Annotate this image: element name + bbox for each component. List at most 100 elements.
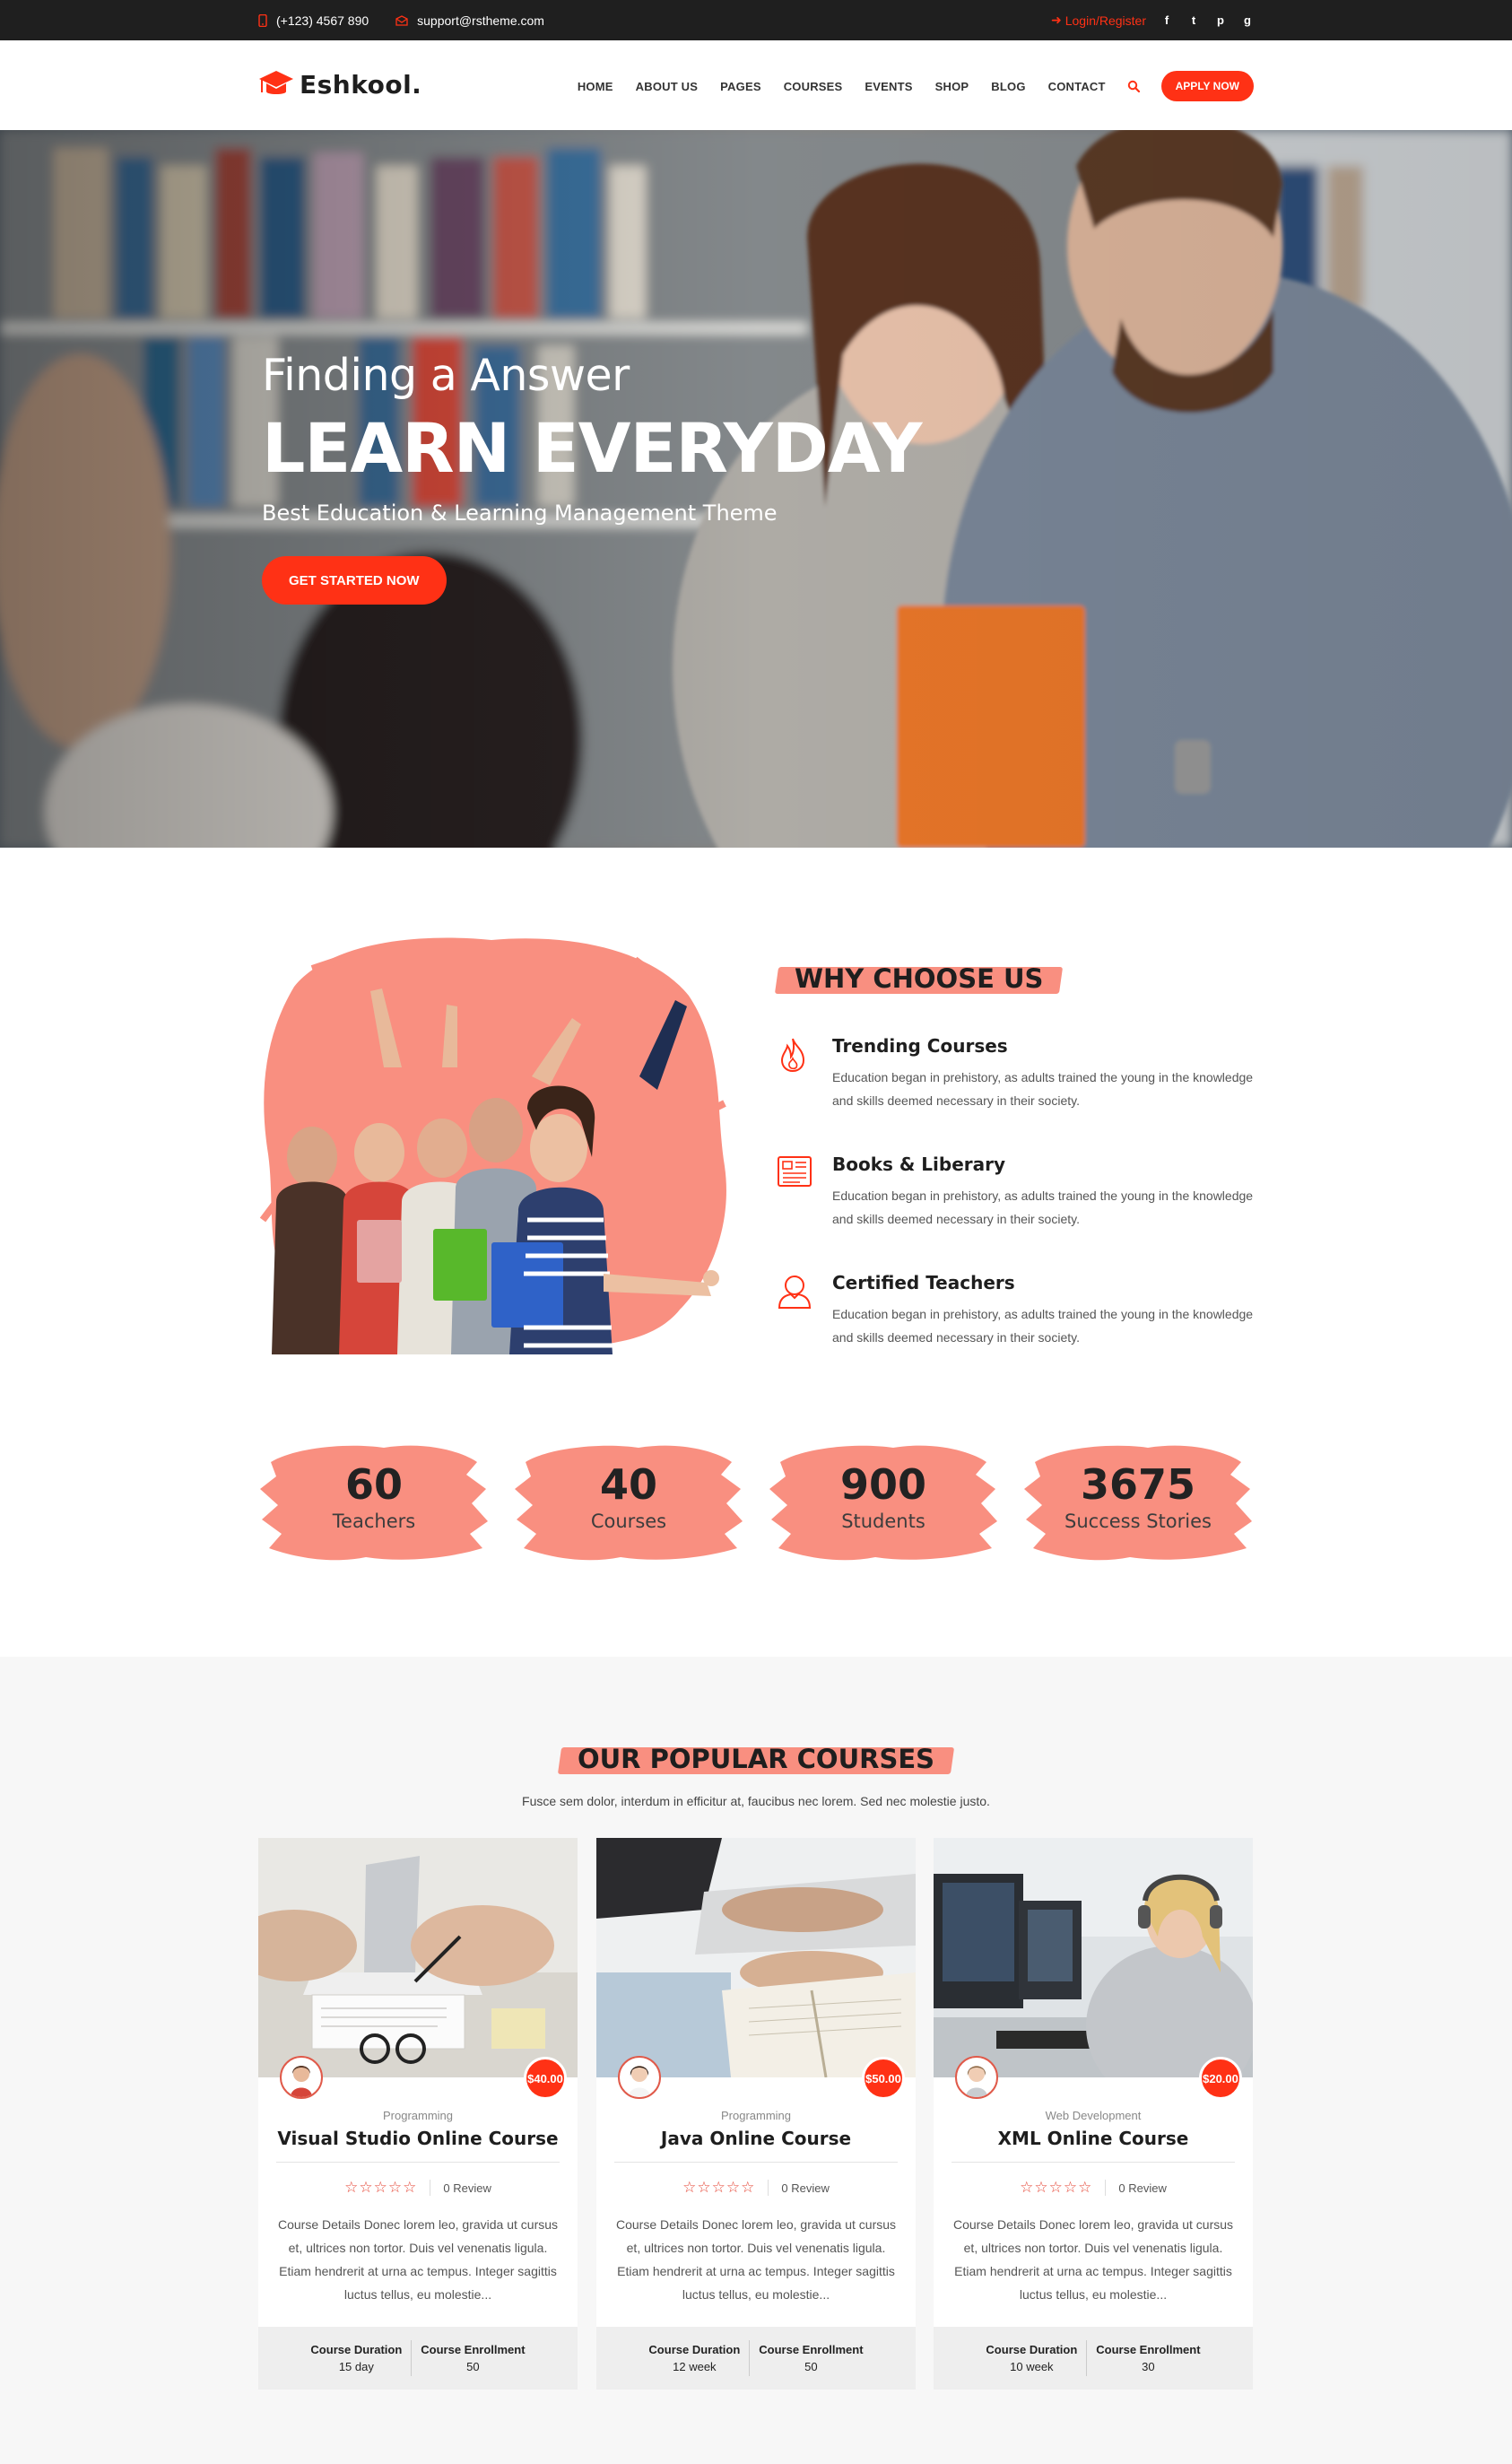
course-card[interactable]: $50.00 Programming Java Online Course ☆☆… (596, 1838, 916, 2390)
review-count: 0 Review (781, 2181, 830, 2195)
counter-value: 60 (344, 1460, 403, 1509)
students-group-image (259, 937, 726, 1354)
feature-trending-courses: Trending Courses Education began in preh… (777, 1035, 1254, 1116)
brand-name: Eshkool. (300, 69, 422, 100)
site-logo[interactable]: Eshkool. (258, 69, 421, 100)
hero-description: Best Education & Learning Management The… (262, 501, 778, 526)
why-choose-us-section: WHY CHOOSE US Trending Courses Education… (777, 960, 1254, 1353)
nav-blog[interactable]: BLOG (991, 80, 1025, 93)
nav-about-us[interactable]: ABOUT US (636, 80, 699, 93)
course-enrollment-label: Course Enrollment (759, 2343, 864, 2356)
search-icon[interactable] (1127, 80, 1140, 92)
instructor-avatar[interactable] (955, 2056, 998, 2099)
divider (614, 2162, 898, 2163)
course-enrollment: Course Enrollment 50 (750, 2343, 872, 2373)
course-price: $50.00 (862, 2057, 905, 2100)
counter-teachers: 60 Teachers (258, 1435, 490, 1570)
review-count: 0 Review (443, 2181, 491, 2195)
course-category[interactable]: Programming (596, 2109, 916, 2122)
course-description: Course Details Donec lorem leo, gravida … (277, 2217, 559, 2302)
course-meta: Course Duration 12 week Course Enrollmen… (596, 2327, 916, 2390)
course-rating: ☆☆☆☆☆ 0 Review (596, 2179, 916, 2197)
course-enrollment-value: 50 (804, 2360, 818, 2373)
sign-in-icon: ➜ (1050, 13, 1062, 27)
phone-icon (258, 13, 267, 27)
course-meta: Course Duration 15 day Course Enrollment… (258, 2327, 578, 2390)
course-image (596, 1838, 916, 2078)
twitter-icon[interactable]: t (1187, 13, 1200, 27)
book-icon (778, 1156, 812, 1187)
instructor-avatar[interactable] (280, 2056, 323, 2099)
apply-now-button[interactable]: APPLY NOW (1160, 71, 1254, 101)
hero-subtitle: Finding a Answer (262, 350, 630, 401)
course-enrollment-label: Course Enrollment (421, 2343, 526, 2356)
phone-number: (+123) 4567 890 (276, 13, 369, 28)
teacher-icon (778, 1276, 812, 1309)
course-price: $40.00 (524, 2057, 567, 2100)
feature-certified-teachers: Certified Teachers Education began in pr… (777, 1272, 1254, 1353)
login-register-link[interactable]: ➜ Login/Register (1051, 13, 1146, 28)
facebook-icon[interactable]: f (1160, 13, 1173, 27)
course-duration-label: Course Duration (648, 2343, 741, 2356)
counter-label: Students (841, 1511, 925, 1532)
course-price: $20.00 (1199, 2057, 1242, 2100)
mail-icon (395, 14, 408, 26)
course-card[interactable]: $20.00 Web Development XML Online Course… (934, 1838, 1256, 2390)
courses-title: OUR POPULAR COURSES (577, 1744, 935, 1774)
course-enrollment: Course Enrollment 50 (412, 2343, 534, 2373)
divider (276, 2162, 560, 2163)
feature-books-library: Books & Liberary Education began in preh… (777, 1154, 1254, 1234)
site-header: Eshkool. HOME ABOUT US PAGES COURSES EVE… (0, 40, 1512, 130)
course-meta: Course Duration 10 week Course Enrollmen… (934, 2327, 1253, 2390)
nav-events[interactable]: EVENTS (865, 80, 912, 93)
course-title[interactable]: Java Online Course (596, 2128, 916, 2149)
feature-title: Trending Courses (832, 1035, 1008, 1057)
nav-courses[interactable]: COURSES (784, 80, 843, 93)
hero-caption: Finding a Answer LEARN EVERYDAY Best Edu… (262, 350, 922, 605)
google-plus-icon[interactable]: g (1241, 13, 1254, 27)
nav-shop[interactable]: SHOP (935, 80, 969, 93)
course-enrollment-value: 30 (1142, 2360, 1155, 2373)
counter-value: 900 (839, 1460, 927, 1509)
course-image (231, 1838, 578, 2077)
courses-intro: Fusce sem dolor, interdum in efficitur a… (522, 1794, 990, 1808)
course-description: Course Details Donec lorem leo, gravida … (952, 2217, 1234, 2302)
graduation-cap-icon (259, 71, 293, 94)
star-rating-icon: ☆☆☆☆☆ (1020, 2179, 1093, 2196)
course-duration-label: Course Duration (986, 2343, 1078, 2356)
nav-pages[interactable]: PAGES (720, 80, 761, 93)
feature-text: Education began in prehistory, as adults… (832, 1070, 1254, 1108)
course-duration-label: Course Duration (310, 2343, 403, 2356)
course-category[interactable]: Programming (258, 2109, 578, 2122)
courses-header: OUR POPULAR COURSES Fusce sem dolor, int… (0, 1740, 1512, 1808)
nav-contact[interactable]: CONTACT (1048, 80, 1106, 93)
login-register-label: Login/Register (1064, 13, 1146, 28)
email-contact[interactable]: support@rstheme.com (395, 13, 544, 28)
counter-value: 40 (599, 1460, 657, 1509)
phone-contact[interactable]: (+123) 4567 890 (258, 13, 369, 28)
counter-value: 3675 (1080, 1460, 1196, 1509)
course-title[interactable]: XML Online Course (934, 2128, 1253, 2149)
review-count: 0 Review (1118, 2181, 1167, 2195)
why-choose-title: WHY CHOOSE US (795, 963, 1044, 994)
nav-home[interactable]: HOME (578, 80, 613, 93)
top-bar: (+123) 4567 890 support@rstheme.com ➜ Lo… (0, 0, 1512, 40)
counter-success-stories: 3675 Success Stories (1022, 1435, 1254, 1570)
course-title[interactable]: Visual Studio Online Course (258, 2128, 578, 2149)
pinterest-icon[interactable]: p (1214, 13, 1227, 27)
counter-label: Teachers (332, 1511, 416, 1532)
get-started-button[interactable]: GET STARTED NOW (262, 556, 447, 605)
hero-banner: Finding a Answer LEARN EVERYDAY Best Edu… (0, 130, 1512, 848)
course-duration: Course Duration 12 week (639, 2343, 749, 2373)
course-description: Course Details Donec lorem leo, gravida … (615, 2217, 897, 2302)
course-card[interactable]: $40.00 Programming Visual Studio Online … (231, 1838, 578, 2390)
divider (1105, 2180, 1107, 2196)
course-category[interactable]: Web Development (934, 2109, 1253, 2122)
instructor-avatar[interactable] (618, 2056, 661, 2099)
counter-students: 900 Students (768, 1435, 999, 1570)
counter-label: Courses (590, 1511, 667, 1532)
main-nav: HOME ABOUT US PAGES COURSES EVENTS SHOP … (555, 71, 1254, 101)
feature-text: Education began in prehistory, as adults… (832, 1307, 1254, 1345)
why-choose-heading: WHY CHOOSE US (777, 960, 1061, 997)
divider (768, 2180, 769, 2196)
